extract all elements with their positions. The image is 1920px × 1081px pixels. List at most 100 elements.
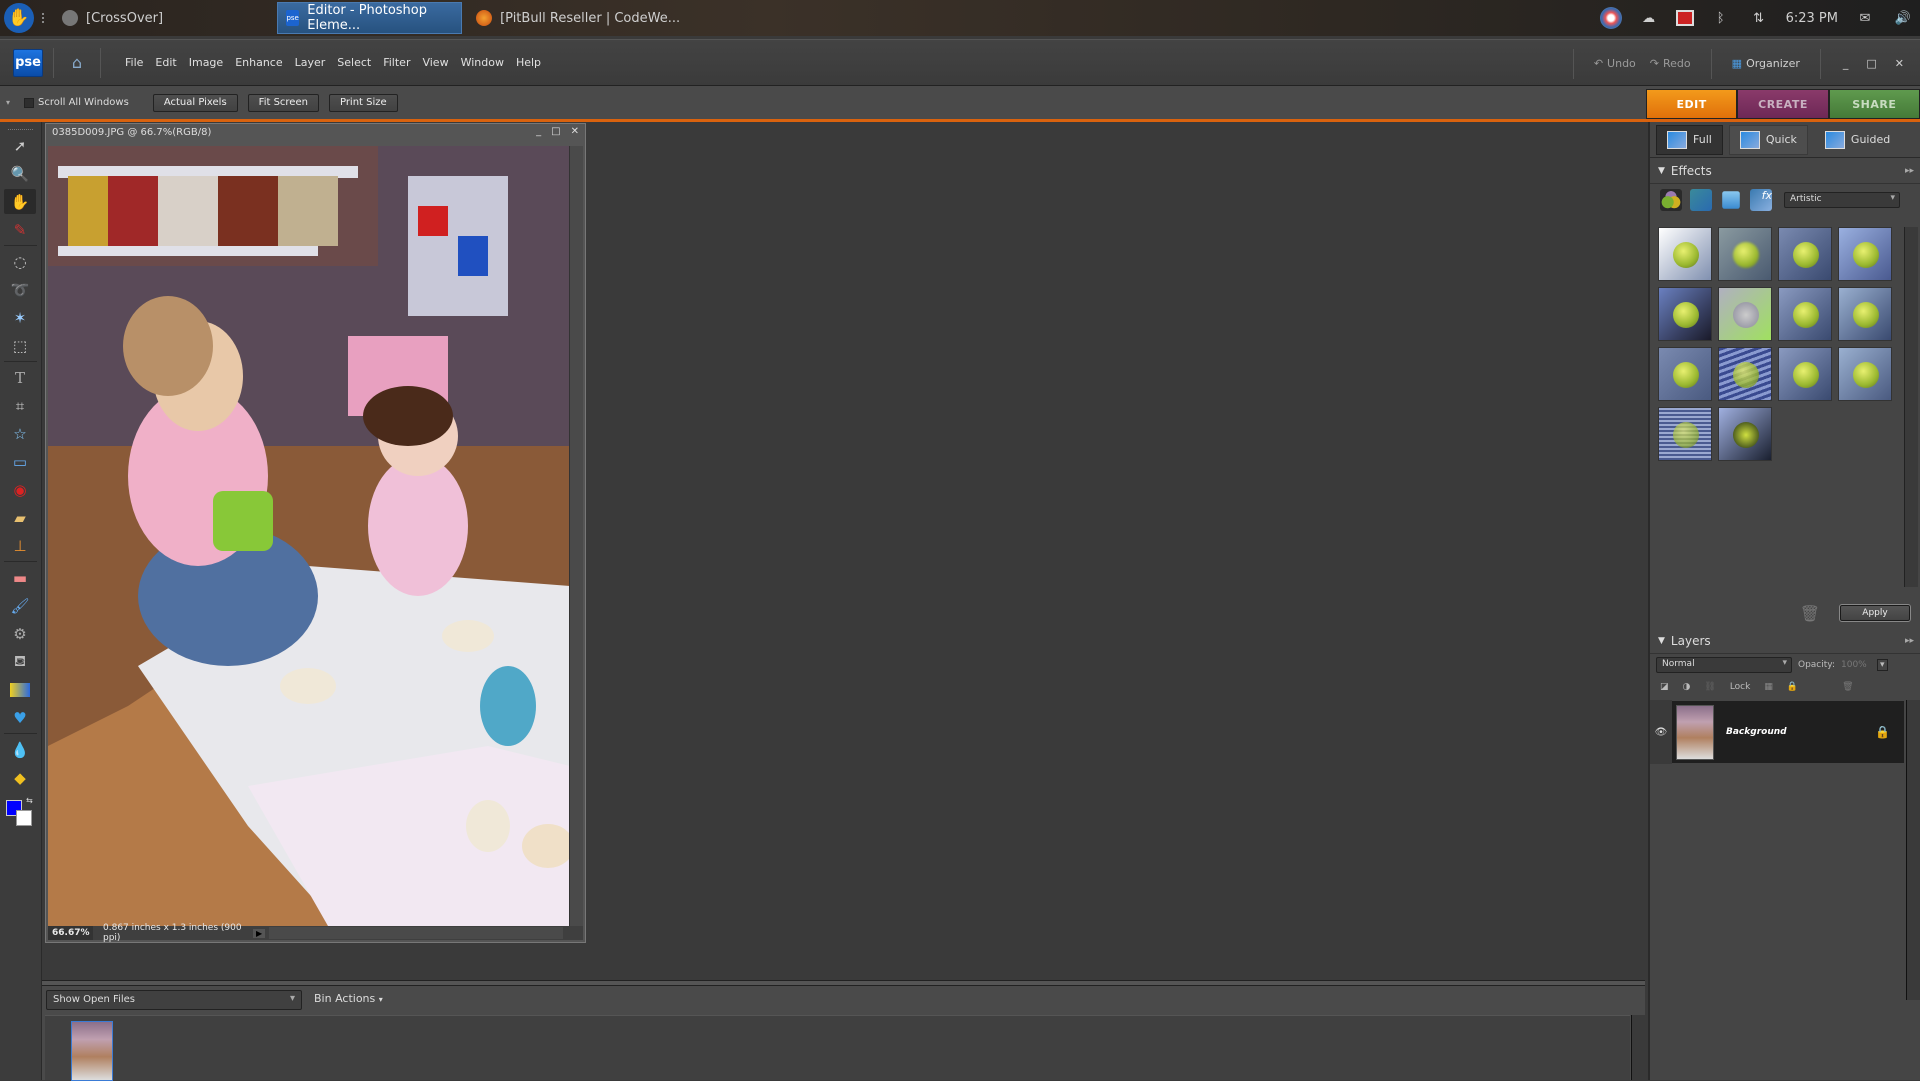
- menu-view[interactable]: View: [416, 56, 454, 69]
- layer-item[interactable]: Background 🔒: [1672, 701, 1904, 763]
- lasso-tool-icon[interactable]: ➰: [4, 277, 36, 302]
- collapse-triangle-icon[interactable]: ▼: [1658, 166, 1665, 176]
- layer-row[interactable]: 👁 Background 🔒: [1650, 700, 1920, 764]
- bluetooth-icon[interactable]: ᛒ: [1710, 7, 1732, 29]
- gradient-tool-icon[interactable]: [4, 677, 36, 702]
- effect-thumbnail[interactable]: [1778, 227, 1832, 281]
- organizer-button[interactable]: ▦ Organizer: [1728, 57, 1804, 70]
- apply-button[interactable]: Apply: [1839, 604, 1911, 622]
- shape-tool-icon[interactable]: ♥: [4, 705, 36, 730]
- menu-help[interactable]: Help: [510, 56, 547, 69]
- trash-icon[interactable]: 🗑: [1800, 604, 1820, 623]
- paint-bucket-tool-icon[interactable]: ⛾: [4, 649, 36, 674]
- document-title-bar[interactable]: 0385D009.JPG @ 66.7%(RGB/8) _ □ ✕: [46, 124, 585, 144]
- fit-screen-button[interactable]: Fit Screen: [247, 93, 319, 112]
- effect-thumbnail[interactable]: [1658, 347, 1712, 401]
- blend-mode-select[interactable]: Normal: [1656, 657, 1792, 673]
- effects-panel-header[interactable]: ▼ Effects ▸▸: [1650, 158, 1920, 184]
- maximize-button[interactable]: □: [1860, 57, 1882, 70]
- task-crossover[interactable]: [CrossOver]: [54, 2, 171, 34]
- eyedropper-tool-icon[interactable]: ✎: [4, 217, 36, 242]
- eraser-tool-icon[interactable]: ▬: [4, 565, 36, 590]
- effects-scrollbar[interactable]: [1904, 227, 1918, 587]
- panel-menu-icon[interactable]: ▸▸: [1905, 166, 1914, 176]
- effect-thumbnail[interactable]: [1718, 227, 1772, 281]
- clone-stamp-tool-icon[interactable]: ⊥: [4, 533, 36, 558]
- menu-edit[interactable]: Edit: [149, 56, 182, 69]
- healing-brush-tool-icon[interactable]: ▰: [4, 505, 36, 530]
- weather-icon[interactable]: ☁: [1638, 7, 1660, 29]
- impressionist-brush-tool-icon[interactable]: ⚙: [4, 621, 36, 646]
- task-photoshop-editor[interactable]: pse Editor - Photoshop Eleme...: [277, 2, 463, 34]
- red-eye-tool-icon[interactable]: ◉: [4, 477, 36, 502]
- delete-layer-icon[interactable]: 🗑: [1842, 682, 1853, 692]
- effect-thumbnail[interactable]: [1778, 347, 1832, 401]
- blur-tool-icon[interactable]: 💧: [4, 737, 36, 762]
- photo-effects-icon[interactable]: [1722, 191, 1740, 209]
- tab-full-edit[interactable]: Full: [1656, 124, 1723, 155]
- collapse-triangle-icon[interactable]: ▼: [1658, 636, 1665, 646]
- redo-button[interactable]: ↷ Redo: [1646, 57, 1695, 70]
- effect-thumbnail[interactable]: [1778, 287, 1832, 341]
- selection-brush-tool-icon[interactable]: ⬚: [4, 333, 36, 358]
- task-firefox[interactable]: [PitBull Reseller | CodeWe...: [468, 2, 688, 34]
- show-open-files-select[interactable]: Show Open Files: [46, 990, 302, 1010]
- background-color-swatch[interactable]: [16, 810, 32, 826]
- show-all-fx-icon[interactable]: fx: [1750, 189, 1772, 211]
- lock-transparency-icon[interactable]: ▦: [1764, 682, 1773, 692]
- straighten-tool-icon[interactable]: ▭: [4, 449, 36, 474]
- effect-thumbnail[interactable]: [1838, 347, 1892, 401]
- cookie-cutter-tool-icon[interactable]: ☆: [4, 421, 36, 446]
- document-vertical-scrollbar[interactable]: [569, 146, 583, 926]
- home-icon[interactable]: ⌂: [64, 51, 90, 75]
- xfce-menu-icon[interactable]: ✋: [4, 3, 34, 33]
- hand-tool-icon[interactable]: ✋: [4, 189, 36, 214]
- magic-wand-tool-icon[interactable]: ✶: [4, 305, 36, 330]
- effect-thumbnail[interactable]: [1658, 407, 1712, 461]
- menu-select[interactable]: Select: [331, 56, 377, 69]
- actual-pixels-button[interactable]: Actual Pixels: [152, 93, 238, 112]
- move-tool-icon[interactable]: ➚: [4, 133, 36, 158]
- effects-category-select[interactable]: Artistic: [1784, 192, 1900, 208]
- zoom-level[interactable]: 66.67%: [48, 926, 93, 940]
- lock-all-icon[interactable]: 🔒: [1787, 682, 1798, 692]
- record-stop-icon[interactable]: [1675, 10, 1694, 26]
- scroll-all-windows-checkbox[interactable]: [24, 97, 34, 108]
- opacity-dropdown-icon[interactable]: ▾: [1877, 659, 1888, 671]
- layer-name[interactable]: Background: [1726, 727, 1787, 737]
- opacity-value[interactable]: 100%: [1841, 660, 1871, 670]
- effect-thumbnail[interactable]: [1718, 347, 1772, 401]
- zoom-tool-icon[interactable]: 🔍: [4, 161, 36, 186]
- menu-image[interactable]: Image: [183, 56, 229, 69]
- sponge-tool-icon[interactable]: ◆: [4, 765, 36, 790]
- visibility-eye-icon[interactable]: 👁: [1650, 700, 1672, 764]
- menu-filter[interactable]: Filter: [377, 56, 416, 69]
- effect-thumbnail[interactable]: [1838, 287, 1892, 341]
- print-size-button[interactable]: Print Size: [328, 93, 398, 112]
- menu-file[interactable]: File: [119, 56, 149, 69]
- tab-quick-fix[interactable]: Quick: [1728, 124, 1808, 155]
- doc-minimize-button[interactable]: _: [536, 126, 541, 137]
- chromium-icon[interactable]: [1599, 7, 1622, 29]
- network-icon[interactable]: ⇅: [1748, 7, 1770, 29]
- menu-window[interactable]: Window: [455, 56, 510, 69]
- swap-colors-icon[interactable]: ⇆: [26, 796, 33, 805]
- layer-styles-icon[interactable]: [1690, 189, 1712, 211]
- close-button[interactable]: ✕: [1889, 57, 1910, 70]
- effect-thumbnail[interactable]: [1718, 407, 1772, 461]
- menu-layer[interactable]: Layer: [289, 56, 332, 69]
- link-layers-icon[interactable]: ⛓: [1704, 682, 1715, 692]
- bin-scrollbar[interactable]: [1631, 1015, 1645, 1080]
- effect-thumbnail[interactable]: [1718, 287, 1772, 341]
- layers-panel-header[interactable]: ▼ Layers ▸▸: [1650, 628, 1920, 654]
- mail-icon[interactable]: ✉: [1854, 7, 1876, 29]
- panel-menu-icon[interactable]: ▸▸: [1905, 636, 1914, 646]
- marquee-tool-icon[interactable]: ◌: [4, 249, 36, 274]
- tab-create[interactable]: CREATE: [1737, 89, 1829, 119]
- doc-maximize-button[interactable]: □: [551, 126, 560, 137]
- type-tool-icon[interactable]: T: [4, 365, 36, 390]
- crop-tool-icon[interactable]: ⌗: [4, 393, 36, 418]
- layers-scrollbar[interactable]: [1906, 700, 1920, 1000]
- document-horizontal-scrollbar[interactable]: [269, 927, 563, 939]
- minimize-button[interactable]: _: [1837, 57, 1855, 70]
